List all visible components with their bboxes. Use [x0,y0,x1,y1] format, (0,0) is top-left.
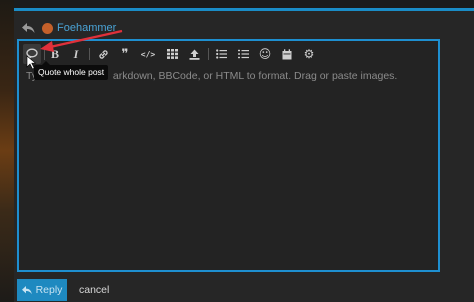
italic-icon: I [73,46,79,61]
reply-header: Foehammer [18,18,116,38]
background-image-strip [0,0,14,302]
link-button[interactable] [95,44,111,64]
numbered-list-button[interactable] [235,44,251,64]
code-icon: </> [140,49,156,59]
accent-top-bar [14,8,474,11]
upload-button[interactable] [186,44,202,64]
toolbar-separator [208,48,209,60]
quote-whole-post-icon [26,48,38,60]
blockquote-icon: ❞ [121,46,129,62]
emoji-button[interactable]: ☺ [257,44,273,64]
bullet-list-icon [215,49,227,59]
emoji-icon: ☺ [258,47,272,61]
reply-button-label: Reply [35,284,63,296]
bold-icon: B [50,46,59,61]
reply-arrow-icon [20,20,36,36]
bold-button[interactable]: B [48,44,62,64]
quote-whole-post-button[interactable] [23,44,41,64]
calendar-button[interactable] [279,44,295,64]
bullet-list-button[interactable] [213,44,229,64]
settings-button[interactable]: ⚙ [301,44,317,64]
reply-button[interactable]: Reply [17,279,67,301]
upload-icon [189,49,199,60]
reply-arrow-icon [21,285,32,294]
tooltip-quote-whole-post: Quote whole post [34,61,109,80]
gear-icon: ⚙ [303,47,315,61]
toolbar-separator [44,48,45,60]
italic-button[interactable]: I [69,44,83,64]
calendar-icon [282,48,292,59]
table-button[interactable] [164,44,180,64]
numbered-list-icon [237,49,249,59]
avatar[interactable] [42,22,53,34]
code-button[interactable]: </> [139,44,157,64]
link-icon [98,49,108,59]
username-link[interactable]: Foehammer [57,22,116,34]
table-icon [166,49,178,59]
cancel-link[interactable]: cancel [79,284,109,296]
toolbar-separator [89,48,90,60]
blockquote-button[interactable]: ❞ [117,44,133,64]
editor-toolbar: B I ❞ </> ☺ ⚙ [19,41,438,67]
